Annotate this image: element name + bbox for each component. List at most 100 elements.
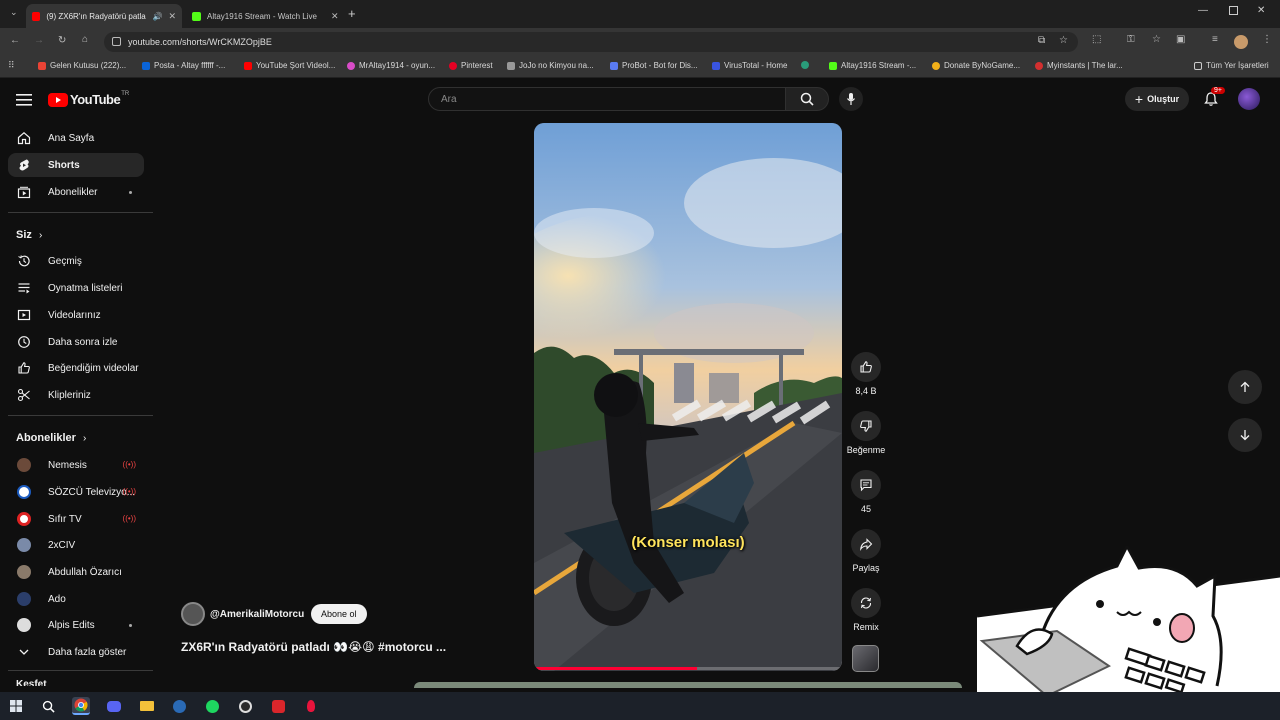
tab-search-icon[interactable]: ⌄ (10, 7, 18, 18)
bookmark-outlook[interactable]: Posta - Altay ffffff -... (142, 61, 225, 70)
audio-icon[interactable]: 🔊 (152, 12, 162, 21)
profile-avatar[interactable] (1234, 35, 1248, 49)
voice-search-button[interactable] (839, 87, 863, 111)
extensions-icon[interactable]: ⬚ (1092, 34, 1101, 45)
collections-icon[interactable]: ▣ (1176, 34, 1185, 45)
sidebar-sub-sifir-tv[interactable]: Sıfır TV ((•)) (8, 507, 144, 531)
channel-name[interactable]: @AmerikaliMotorcu (210, 609, 304, 620)
tab-close-icon[interactable]: ✕ (331, 11, 339, 22)
progress-track[interactable] (534, 667, 842, 670)
app-red-taskbar-icon[interactable] (269, 697, 287, 715)
dislike-action[interactable]: Beğenme (846, 411, 886, 455)
search-input[interactable]: Ara (428, 87, 786, 111)
restore-icon[interactable] (1229, 6, 1238, 15)
sidebar-item-your-videos[interactable]: Videolarınız (8, 303, 144, 327)
bookmark-pinterest[interactable]: Pinterest (449, 61, 493, 70)
sidebar-show-more[interactable]: Daha fazla göster (8, 640, 144, 664)
password-icon[interactable]: ⚿ (1127, 34, 1135, 45)
account-avatar[interactable] (1238, 88, 1260, 110)
notifications-button[interactable]: 9+ (1203, 87, 1225, 112)
next-short-button[interactable] (1228, 418, 1262, 452)
spotify-taskbar-icon[interactable] (203, 697, 221, 715)
all-bookmarks[interactable]: Tüm Yer İşaretleri (1194, 61, 1269, 70)
install-app-icon[interactable]: ⧉ (1038, 35, 1045, 46)
more-icon[interactable]: ⋮ (1262, 34, 1272, 45)
share-button[interactable] (851, 529, 881, 559)
app-pink-taskbar-icon[interactable] (302, 697, 320, 715)
home-icon[interactable]: ⌂ (82, 34, 88, 45)
like-action[interactable]: 8,4 B (850, 352, 882, 396)
bookmark-myinstants[interactable]: Myinstants | The lar... (1035, 61, 1123, 70)
window-close-icon[interactable]: ✕ (1257, 5, 1265, 16)
apps-grid-icon[interactable]: ⠿ (8, 60, 15, 71)
previous-short-button[interactable] (1228, 370, 1262, 404)
share-action[interactable]: Paylaş (850, 529, 882, 573)
sidebar-sub-sozcu[interactable]: SÖZCÜ Televizyo... ((•)) (8, 480, 144, 504)
next-short-preview (414, 682, 962, 688)
bookmark-bynogame[interactable]: Donate ByNoGame... (932, 61, 1020, 70)
bookmark-mraltay[interactable]: MrAltay1914 - oyun... (347, 61, 435, 70)
hamburger-menu-icon[interactable] (16, 93, 32, 111)
sidebar-sub-alpis[interactable]: Alpis Edits (8, 613, 144, 637)
remix-action[interactable]: Remix (850, 588, 882, 632)
sidebar-label: Beğendiğim videolar (48, 362, 139, 374)
bookmark-gmail[interactable]: Gelen Kutusu (222)... (38, 61, 126, 70)
subscribe-button[interactable]: Abone ol (311, 604, 367, 624)
sidebar-label: Videolarınız (48, 309, 101, 321)
sidebar-item-playlists[interactable]: Oynatma listeleri (8, 276, 144, 300)
taskbar-search-icon[interactable] (39, 697, 57, 715)
sidebar-sub-ado[interactable]: Ado (8, 587, 144, 611)
steam-taskbar-icon[interactable] (170, 697, 188, 715)
comments-button[interactable] (851, 470, 881, 500)
sidebar-item-history[interactable]: Geçmiş (8, 249, 144, 273)
new-tab-icon[interactable]: + (348, 6, 356, 21)
back-icon[interactable]: ← (10, 35, 20, 46)
sidebar-label: Nemesis (48, 459, 87, 471)
obs-taskbar-icon[interactable] (236, 697, 254, 715)
sidebar-item-liked-videos[interactable]: Beğendiğim videolar (8, 356, 144, 380)
remix-button[interactable] (851, 588, 881, 618)
sidebar-sub-2xciv[interactable]: 2xCIV (8, 533, 144, 557)
comments-action[interactable]: 45 (850, 470, 882, 514)
file-explorer-icon[interactable] (138, 697, 156, 715)
bookmark-jojo[interactable]: JoJo no Kimyou na... (507, 61, 594, 70)
sidebar-item-clips[interactable]: Klipleriniz (8, 383, 144, 407)
tab-kick-stream[interactable]: Altay1916 Stream - Watch Live ✕ (186, 4, 348, 28)
youtube-logo[interactable]: YouTube TR (48, 91, 129, 107)
audio-thumbnail[interactable] (852, 645, 879, 672)
minimize-icon[interactable]: — (1198, 5, 1208, 16)
bookmark-youtube-short[interactable]: YouTube Şort Videol... (244, 61, 335, 70)
sidebar-item-shorts[interactable]: Shorts (8, 153, 144, 177)
sidebar-sub-abdullah[interactable]: Abdullah Özarıcı (8, 560, 144, 584)
sidebar-sub-nemesis[interactable]: Nemesis ((•)) (8, 453, 144, 477)
discord-taskbar-icon[interactable] (105, 697, 123, 715)
favorites-icon[interactable]: ☆ (1152, 34, 1161, 45)
menu-list-icon[interactable]: ≡ (1212, 34, 1218, 45)
sidebar-you-header[interactable]: Siz › (16, 229, 42, 241)
bookmark-kick[interactable]: Altay1916 Stream -... (829, 61, 916, 70)
bookmark-probot[interactable]: ProBot - Bot for Dis... (610, 61, 698, 70)
tab-close-icon[interactable]: ✕ (168, 11, 176, 22)
like-button[interactable] (851, 352, 881, 382)
channel-avatar[interactable] (181, 602, 205, 626)
reload-icon[interactable]: ↻ (58, 35, 66, 46)
bookmark-virustotal[interactable]: VirusTotal - Home (712, 61, 787, 70)
search-button[interactable] (785, 87, 829, 111)
sidebar-subscriptions-header[interactable]: Abonelikler › (16, 432, 86, 444)
dislike-button[interactable] (851, 411, 881, 441)
tab-youtube-short[interactable]: (9) ZX6R'ın Radyatörü patla 🔊 ✕ (26, 4, 182, 28)
sidebar-item-home[interactable]: Ana Sayfa (8, 126, 144, 150)
avatar (17, 592, 31, 606)
forward-icon[interactable]: → (34, 35, 44, 46)
create-button[interactable]: + Oluştur (1125, 87, 1189, 111)
sidebar-item-watch-later[interactable]: Daha sonra izle (8, 330, 144, 354)
bookmark-star-icon[interactable]: ☆ (1059, 35, 1068, 46)
chrome-taskbar-icon[interactable] (72, 697, 90, 715)
bookmark-chatgpt[interactable] (801, 61, 813, 69)
windows-start-icon[interactable] (7, 697, 25, 715)
site-info-icon[interactable] (112, 37, 121, 46)
sidebar-item-subscriptions[interactable]: Abonelikler (8, 180, 144, 204)
short-video-player[interactable]: (Konser molası) (534, 123, 842, 671)
short-title[interactable]: ZX6R'ın Radyatörü patladı 👀😭😩 #motorcu .… (181, 640, 446, 654)
address-bar[interactable]: youtube.com/shorts/WrCKMZOpjBE ⧉ ☆ (104, 32, 1078, 52)
